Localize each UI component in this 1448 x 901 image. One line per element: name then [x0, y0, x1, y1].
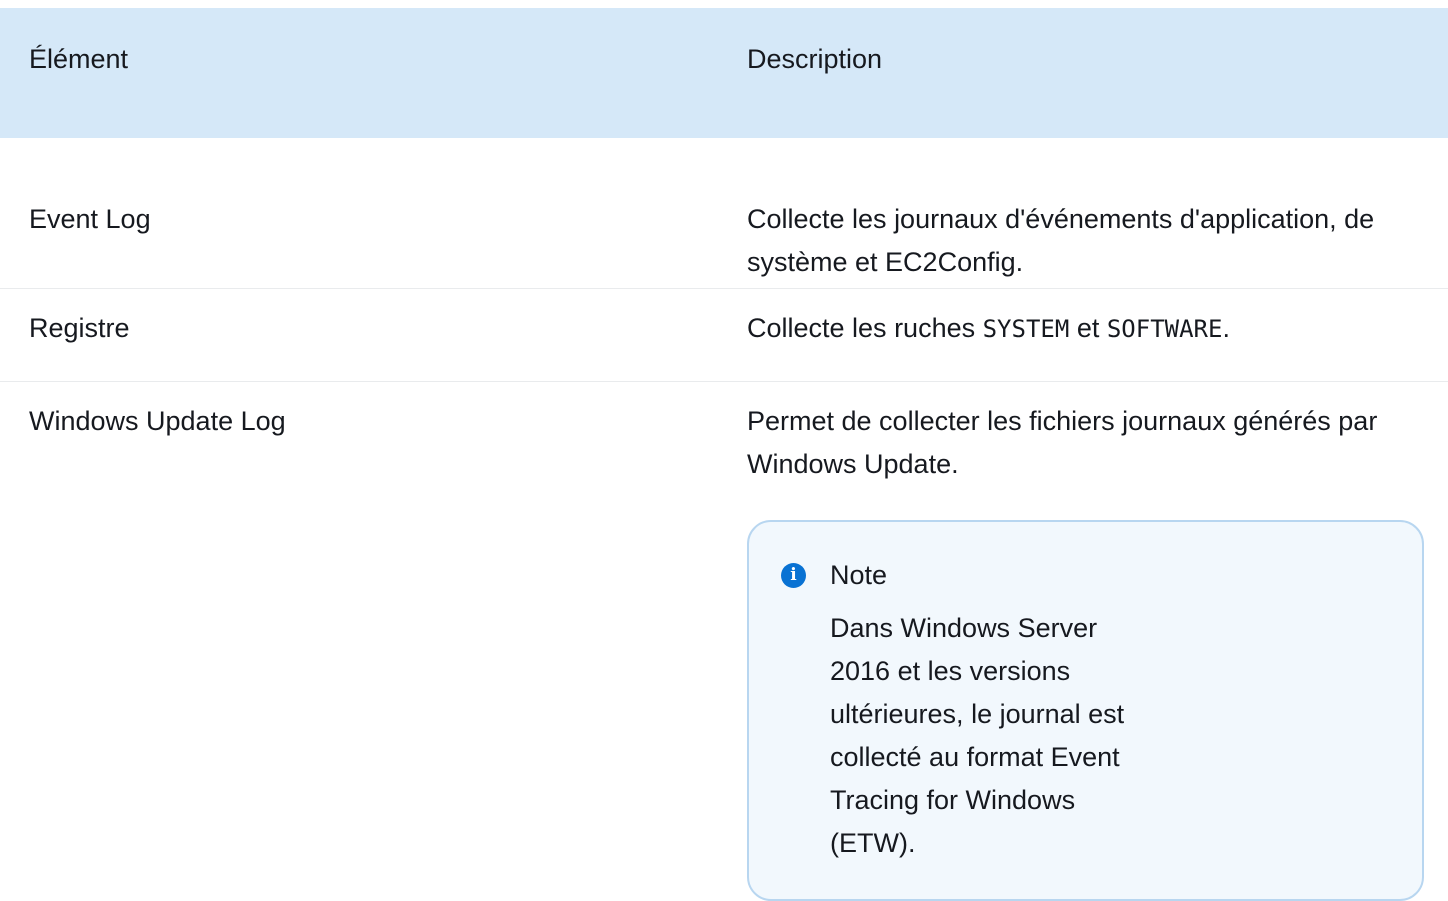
- table-row: Registre Collecte les ruches SYSTEM et S…: [0, 289, 1448, 382]
- note-body: Dans Windows Server 2016 et les versions…: [830, 613, 1125, 858]
- element-description-table: Élément Description Event Log Collecte l…: [0, 8, 1448, 901]
- description-text: et: [1069, 313, 1107, 343]
- table-row: Event Log Collecte les journaux d'événem…: [0, 138, 1448, 289]
- row-element: Event Log: [29, 204, 151, 234]
- code-system: SYSTEM: [982, 315, 1070, 343]
- description-text: Collecte les ruches: [747, 313, 983, 343]
- code-software: SOFTWARE: [1106, 315, 1223, 343]
- header-element: Élément: [29, 44, 129, 74]
- row-description: Permet de collecter les fichiers journau…: [747, 406, 1378, 479]
- row-element: Windows Update Log: [29, 406, 286, 436]
- info-icon: i: [781, 563, 806, 588]
- note-title: Note: [830, 560, 888, 590]
- row-description-cell: Permet de collecter les fichiers journau…: [747, 382, 1448, 901]
- table-header-row: Élément Description: [0, 8, 1448, 138]
- table-row: Windows Update Log Permet de collecter l…: [0, 382, 1448, 901]
- header-description: Description: [747, 44, 883, 74]
- note-callout: i Note Dans Windows Server 2016 et les v…: [747, 520, 1424, 901]
- row-description: Collecte les journaux d'événements d'app…: [747, 204, 1375, 277]
- row-element: Registre: [29, 313, 130, 343]
- row-description: Collecte les ruches SYSTEM et SOFTWARE.: [747, 289, 1448, 381]
- note-header: i Note: [779, 554, 1392, 597]
- description-text: .: [1222, 313, 1230, 343]
